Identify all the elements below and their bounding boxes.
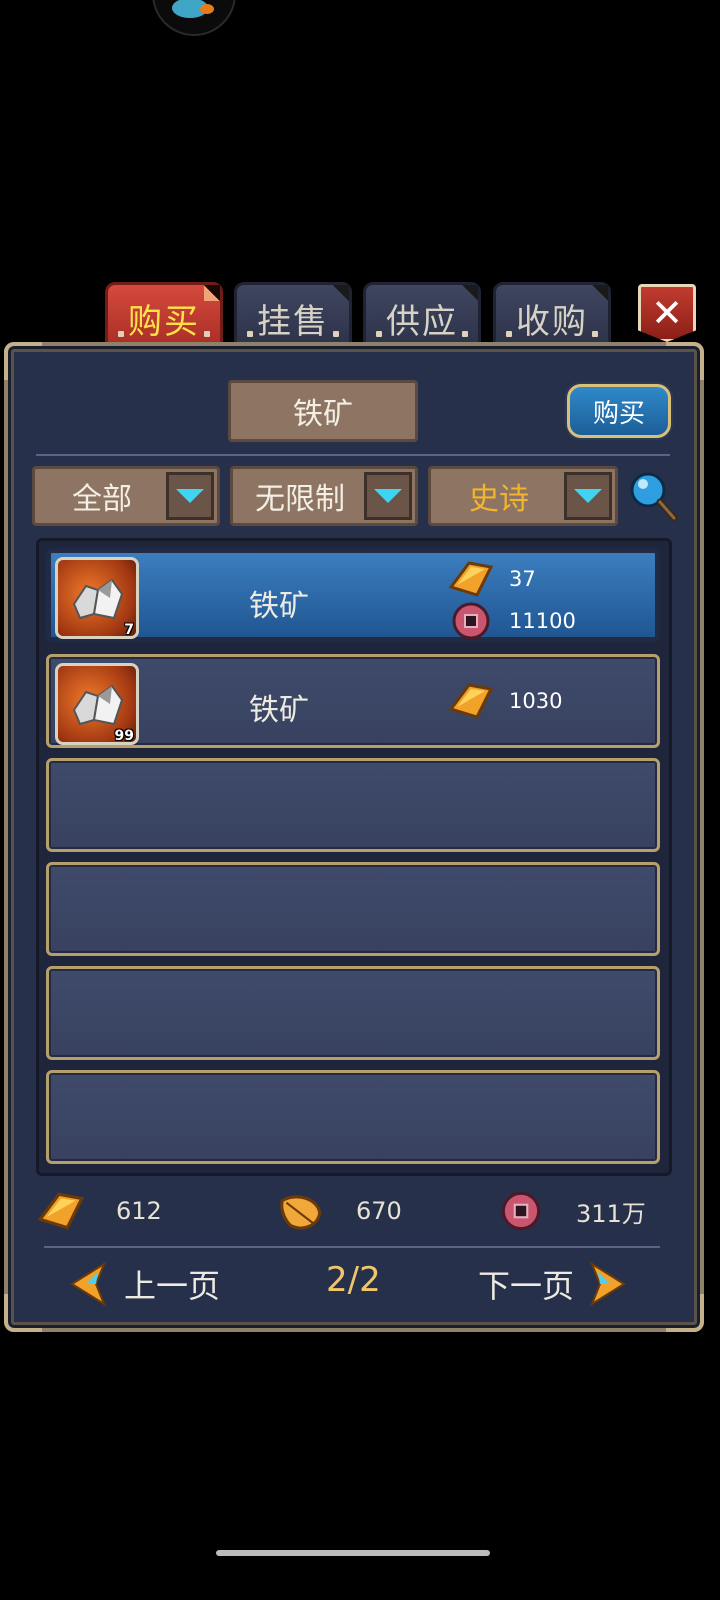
chevron-down-icon bbox=[374, 489, 402, 503]
tab-dot bbox=[333, 331, 339, 337]
close-icon: ✕ bbox=[651, 291, 683, 335]
panel-corner-ornament bbox=[4, 342, 42, 380]
tab-dot bbox=[376, 331, 382, 337]
gold-price-value: 37 bbox=[509, 567, 536, 591]
arrow-left-icon bbox=[70, 1261, 107, 1307]
leaf-balance: 670 bbox=[276, 1188, 402, 1234]
tab-dot bbox=[506, 331, 512, 337]
divider bbox=[44, 1246, 660, 1248]
filter-category-label: 全部 bbox=[72, 482, 132, 517]
gold-ingot-icon bbox=[448, 683, 494, 719]
chevron-down-icon bbox=[574, 489, 602, 503]
listing-row[interactable]: 99 铁矿 1030 bbox=[46, 654, 660, 748]
coin-price-value: 11100 bbox=[509, 609, 576, 633]
filter-rarity-label: 史诗 bbox=[469, 482, 529, 517]
item-name: 铁矿 bbox=[249, 693, 309, 728]
panel-corner-ornament bbox=[4, 1294, 42, 1332]
panel-corner-ornament bbox=[666, 342, 704, 380]
item-quantity: 7 bbox=[124, 622, 134, 638]
dropdown-button[interactable] bbox=[166, 472, 214, 520]
iron-ore-icon bbox=[72, 684, 124, 726]
gold-balance: 612 bbox=[36, 1188, 162, 1234]
tab-dot bbox=[204, 331, 210, 337]
filter-restriction-label: 无限制 bbox=[255, 482, 345, 517]
avatar-figure-accent bbox=[200, 4, 214, 14]
prev-page-label: 上一页 bbox=[124, 1267, 221, 1305]
listing-row[interactable]: 7 铁矿 37 11100 bbox=[46, 548, 660, 642]
prev-page-button[interactable]: 上一页 bbox=[68, 1260, 220, 1308]
item-title-label: 铁矿 bbox=[293, 397, 353, 432]
divider bbox=[36, 454, 670, 456]
buy-button-label: 购买 bbox=[592, 398, 645, 429]
dropdown-button[interactable] bbox=[364, 472, 412, 520]
tab-label: 供应 bbox=[386, 301, 458, 342]
tab-fold-corner bbox=[333, 285, 349, 301]
coin-price: 11100 bbox=[447, 599, 576, 643]
tab-label: 收购 bbox=[516, 301, 588, 342]
page-indicator: 2/2 bbox=[326, 1260, 381, 1300]
next-page-label: 下一页 bbox=[478, 1267, 575, 1305]
chevron-down-icon bbox=[176, 489, 204, 503]
tab-dot bbox=[462, 331, 468, 337]
coin-balance-value: 311万 bbox=[576, 1199, 646, 1228]
item-quantity: 99 bbox=[114, 728, 134, 744]
item-icon: 7 bbox=[55, 557, 139, 639]
gold-price: 37 bbox=[447, 557, 536, 601]
tab-fold-corner bbox=[462, 285, 478, 301]
gold-ingot-icon bbox=[37, 1192, 85, 1230]
tab-label: 挂售 bbox=[257, 301, 329, 342]
close-button[interactable]: ✕ bbox=[638, 284, 696, 342]
next-page-button[interactable]: 下一页 bbox=[478, 1260, 628, 1308]
home-indicator[interactable] bbox=[216, 1550, 490, 1556]
copper-coin-icon bbox=[452, 602, 490, 640]
tab-dot bbox=[592, 331, 598, 337]
gold-price-value: 1030 bbox=[509, 689, 563, 713]
buy-button[interactable]: 购买 bbox=[567, 384, 671, 438]
tab-dot bbox=[247, 331, 253, 337]
search-icon[interactable] bbox=[628, 470, 678, 522]
tab-dot bbox=[118, 331, 124, 337]
leaf-balance-value: 670 bbox=[356, 1197, 402, 1225]
item-name: 铁矿 bbox=[249, 589, 309, 624]
filter-restriction[interactable]: 无限制 bbox=[230, 466, 418, 526]
tab-fold-corner bbox=[592, 285, 608, 301]
arrow-right-icon bbox=[589, 1261, 626, 1307]
gold-price: 1030 bbox=[447, 679, 562, 723]
filter-category[interactable]: 全部 bbox=[32, 466, 220, 526]
copper-coin-icon bbox=[501, 1191, 541, 1231]
dropdown-button[interactable] bbox=[564, 472, 612, 520]
empty-listing-row bbox=[46, 1070, 660, 1164]
panel-corner-ornament bbox=[666, 1294, 704, 1332]
gold-balance-value: 612 bbox=[116, 1197, 162, 1225]
gold-ingot-icon bbox=[448, 561, 494, 597]
tab-label: 购买 bbox=[128, 301, 200, 342]
empty-listing-row bbox=[46, 862, 660, 956]
iron-ore-icon bbox=[72, 578, 124, 620]
leaf-icon bbox=[280, 1195, 322, 1230]
coin-balance: 311万 bbox=[496, 1188, 646, 1234]
empty-listing-row bbox=[46, 966, 660, 1060]
floating-avatar[interactable] bbox=[152, 0, 236, 36]
filter-rarity[interactable]: 史诗 bbox=[428, 466, 618, 526]
item-title: 铁矿 bbox=[228, 380, 418, 442]
empty-listing-row bbox=[46, 758, 660, 852]
item-icon: 99 bbox=[55, 663, 139, 745]
tab-fold-corner bbox=[204, 285, 220, 301]
